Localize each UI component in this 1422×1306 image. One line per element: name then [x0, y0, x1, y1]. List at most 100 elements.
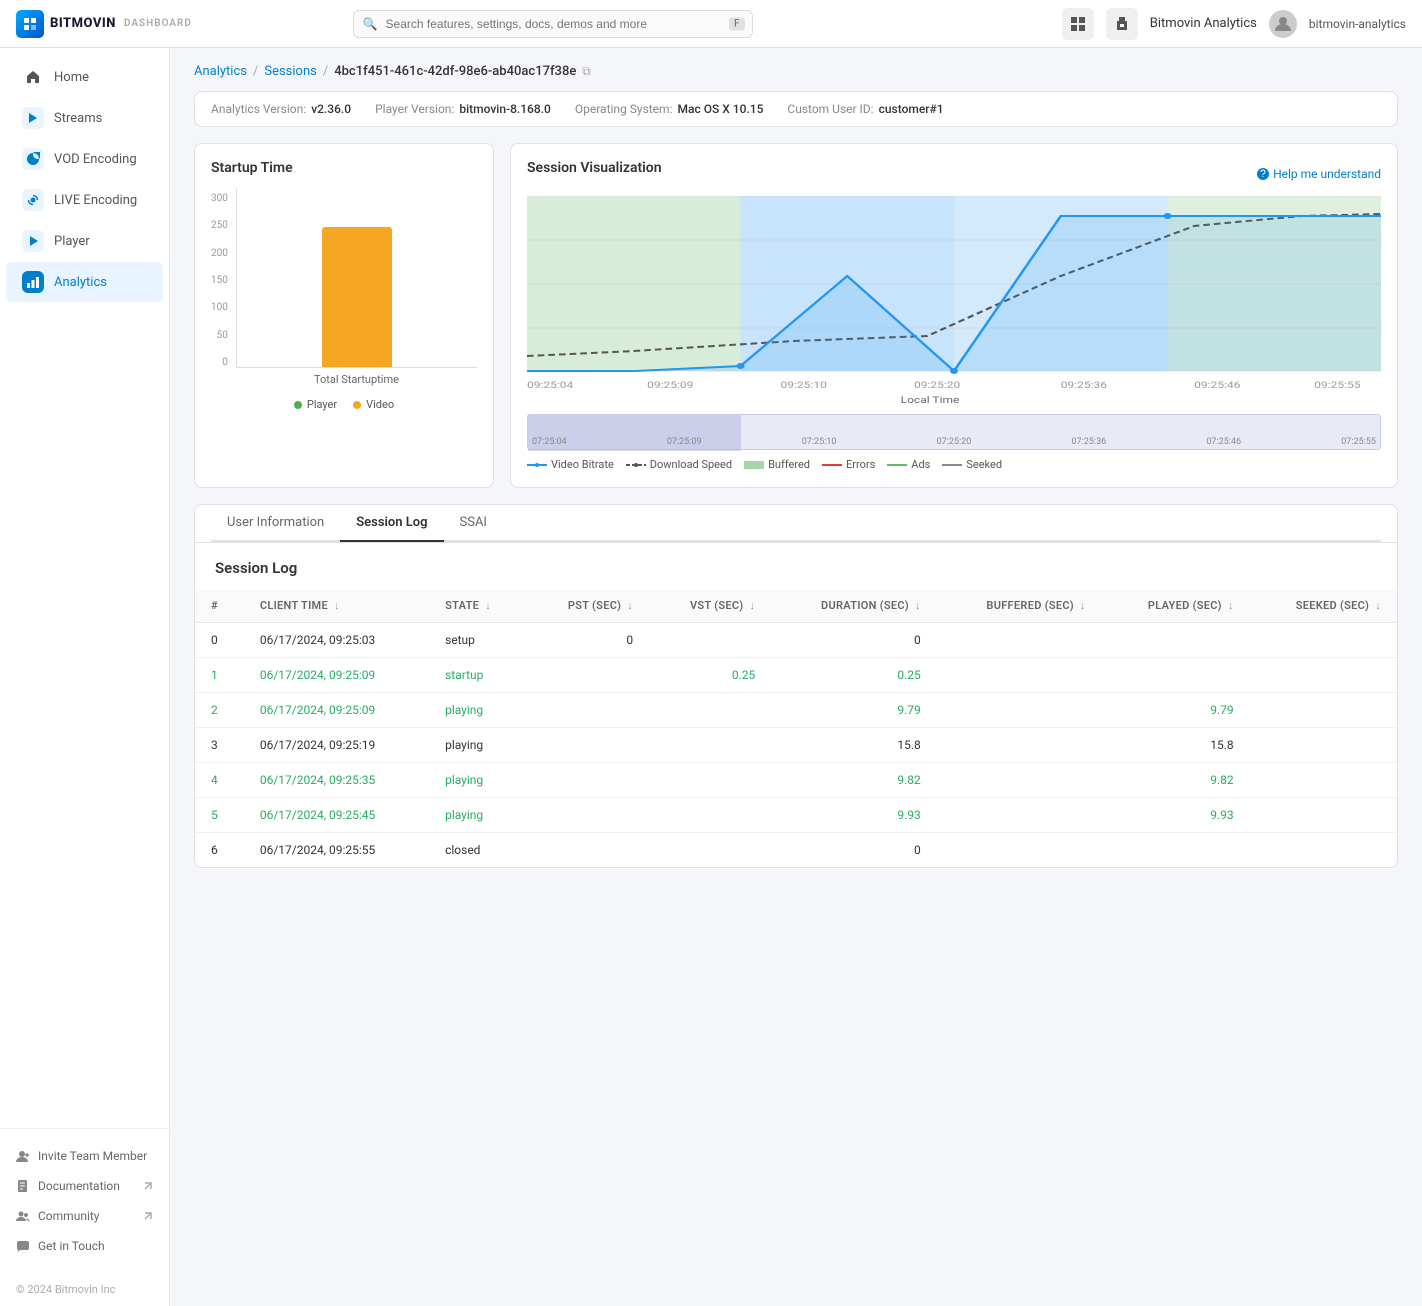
meta-os-label: Operating System: — [575, 102, 673, 116]
grid-icon-btn[interactable] — [1062, 8, 1094, 40]
bar-x-label: Total Startuptime — [236, 373, 477, 386]
sort-played: ↓ — [1228, 599, 1234, 612]
session-viz-card: Session Visualization Help me understand — [510, 143, 1398, 488]
meta-userid-value: customer#1 — [879, 102, 944, 116]
cell-duration: 15.8 — [771, 728, 937, 763]
cell-seeked — [1250, 833, 1397, 868]
org-label: Bitmovin Analytics — [1150, 16, 1257, 31]
legend-seeked: Seeked — [942, 458, 1002, 471]
cell-duration: 9.79 — [771, 693, 937, 728]
cell-num: 0 — [195, 623, 244, 658]
legend-errors: Errors — [822, 458, 875, 471]
tab-ssai-label: SSAI — [460, 515, 487, 530]
y-200: 200 — [211, 248, 228, 259]
sidebar-nav: Home Streams VOD Encoding LIVE Encoding — [0, 48, 169, 1128]
mini-x-labels: 07:25:04 07:25:09 07:25:10 07:25:20 07:2… — [528, 437, 1380, 447]
meta-user-id: Custom User ID: customer#1 — [787, 102, 943, 116]
tab-ssai[interactable]: SSAI — [444, 505, 503, 542]
mini-x-3: 07:25:10 — [802, 437, 837, 447]
building-icon-btn[interactable] — [1106, 8, 1138, 40]
search-icon: 🔍 — [363, 17, 378, 31]
cell-played — [1102, 658, 1250, 693]
cell-pst: 0 — [527, 623, 649, 658]
cell-vst — [649, 833, 771, 868]
bar — [322, 227, 392, 367]
sidebar-label-player: Player — [54, 234, 90, 249]
col-state[interactable]: STATE ↓ — [429, 589, 527, 623]
vod-icon — [22, 148, 44, 170]
sidebar-item-docs[interactable]: Documentation — [0, 1171, 169, 1201]
col-buffered[interactable]: BUFFERED (SEC) ↓ — [937, 589, 1102, 623]
breadcrumb-analytics[interactable]: Analytics — [194, 64, 247, 79]
legend-ds-label: Download Speed — [650, 458, 732, 471]
charts-row: Startup Time 300 250 200 150 100 50 0 — [194, 143, 1398, 488]
cell-duration: 0.25 — [771, 658, 937, 693]
sidebar-item-vod[interactable]: VOD Encoding — [6, 139, 163, 179]
svg-text:09:25:09: 09:25:09 — [647, 380, 693, 391]
col-duration[interactable]: DURATION (SEC) ↓ — [771, 589, 937, 623]
table-header-row: # CLIENT TIME ↓ STATE ↓ PST (SEC) ↓ VST … — [195, 589, 1397, 623]
cell-state: closed — [429, 833, 527, 868]
session-log-title: Session Log — [195, 543, 1397, 589]
sidebar-item-home[interactable]: Home — [6, 57, 163, 97]
cell-vst — [649, 693, 771, 728]
y-300: 300 — [211, 193, 228, 204]
cell-state: playing — [429, 798, 527, 833]
col-pst[interactable]: PST (SEC) ↓ — [527, 589, 649, 623]
cell-state: startup — [429, 658, 527, 693]
breadcrumb-sessions[interactable]: Sessions — [264, 64, 317, 79]
cell-seeked — [1250, 798, 1397, 833]
legend-buffered: Buffered — [744, 458, 810, 471]
session-viz-header: Session Visualization Help me understand — [527, 160, 1381, 188]
sidebar: Home Streams VOD Encoding LIVE Encoding — [0, 48, 170, 1306]
legend-video-dot — [353, 401, 361, 409]
cell-pst — [527, 798, 649, 833]
sidebar-item-invite[interactable]: Invite Team Member — [0, 1141, 169, 1171]
live-icon — [22, 189, 44, 211]
sidebar-item-live[interactable]: LIVE Encoding — [6, 180, 163, 220]
breadcrumb-sep2: / — [323, 64, 328, 79]
copy-icon[interactable]: ⧉ — [582, 64, 591, 79]
cell-num: 2 — [195, 693, 244, 728]
cell-buffered — [937, 693, 1102, 728]
sort-buffered: ↓ — [1080, 599, 1086, 612]
legend-video-label: Video — [366, 398, 394, 411]
tab-session-log-label: Session Log — [356, 515, 427, 530]
cell-buffered — [937, 833, 1102, 868]
streams-icon — [22, 107, 44, 129]
avatar[interactable] — [1269, 10, 1297, 38]
legend-video: Video — [353, 398, 394, 411]
legend-ads: Ads — [887, 458, 930, 471]
col-played[interactable]: PLAYED (SEC) ↓ — [1102, 589, 1250, 623]
cell-state: playing — [429, 763, 527, 798]
search-input[interactable] — [353, 10, 753, 38]
col-vst[interactable]: VST (SEC) ↓ — [649, 589, 771, 623]
col-seeked[interactable]: SEEKED (SEC) ↓ — [1250, 589, 1397, 623]
tab-user-info[interactable]: User Information — [211, 505, 340, 542]
y-axis-left-label — [527, 196, 531, 410]
sidebar-item-getintouch[interactable]: Get in Touch — [0, 1231, 169, 1261]
legend-player-label: Player — [307, 398, 337, 411]
tab-session-log[interactable]: Session Log — [340, 505, 443, 542]
player-icon — [22, 230, 44, 252]
col-client-time[interactable]: CLIENT TIME ↓ — [244, 589, 429, 623]
sidebar-item-community[interactable]: Community — [0, 1201, 169, 1231]
sidebar-item-streams[interactable]: Streams — [6, 98, 163, 138]
meta-player-label: Player Version: — [375, 102, 454, 116]
search-bar[interactable]: 🔍 F — [353, 10, 753, 38]
invite-label: Invite Team Member — [38, 1149, 147, 1163]
cell-seeked — [1250, 728, 1397, 763]
cell-num: 6 — [195, 833, 244, 868]
sidebar-item-player[interactable]: Player — [6, 221, 163, 261]
y-50: 50 — [217, 330, 228, 341]
help-link[interactable]: Help me understand — [1257, 167, 1381, 181]
cell-played: 9.82 — [1102, 763, 1250, 798]
y-150: 150 — [211, 275, 228, 286]
y-100: 100 — [211, 302, 228, 313]
analytics-icon — [22, 271, 44, 293]
session-viz-chart: 09:25:04 09:25:09 09:25:10 09:25:20 09:2… — [527, 196, 1381, 410]
sidebar-item-analytics[interactable]: Analytics — [6, 262, 163, 302]
cell-state: setup — [429, 623, 527, 658]
legend-seeked-label: Seeked — [966, 458, 1002, 471]
sidebar-label-home: Home — [54, 70, 89, 85]
